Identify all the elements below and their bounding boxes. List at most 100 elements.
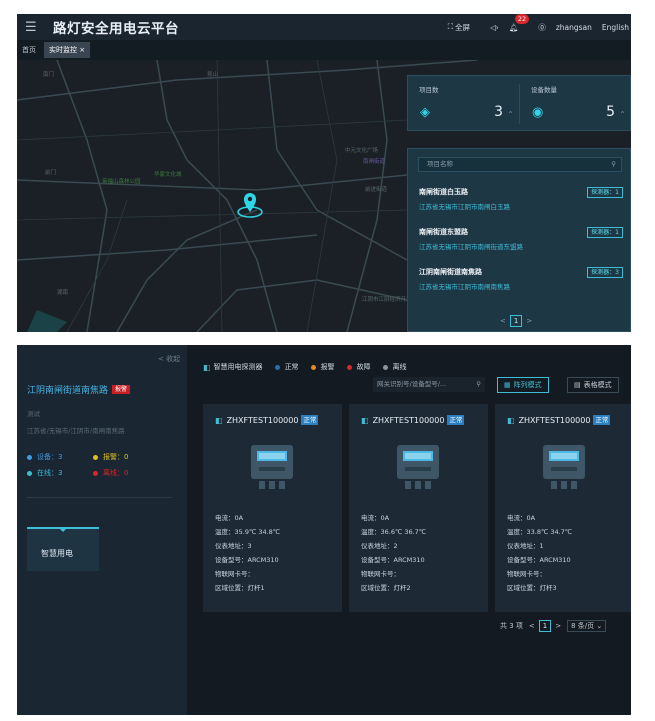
grid-icon: ▦ [504,381,511,389]
legend-normal: 正常 [274,362,299,372]
project-address: 江苏省无锡市江阴市南闸街道东盟路 [419,243,523,251]
page-size-value: 8 条/页 [571,622,595,630]
map-label: 华家文化城 [154,172,182,178]
device-search-input[interactable]: 网关识别号/设备型号/... ⚲ [373,377,485,392]
project-search-input[interactable]: 项目名称 ⚲ [418,157,622,172]
indicator-arrow-icon [59,528,67,532]
detector-count-badge: 探测器：1 [587,187,623,198]
iot-card: 物联网卡号： [215,570,254,578]
map-label: 昆山 [207,72,219,78]
tab-home[interactable]: 首页 [17,42,41,58]
device-card[interactable]: ◧ ZHXFTEST100000 正常 电流：0A 温度：33.8℃ 34.7℃ 仪… [495,404,631,612]
device-count-value: 5 [606,104,615,120]
iot-card: 物联网卡号： [507,570,546,578]
app-title: 路灯安全用电云平台 [53,21,179,37]
current-value: 电流：0A [215,514,244,522]
detector-count-badge: 探测器：3 [587,267,623,278]
device-count: 设备：3 [27,452,62,462]
table-mode-label: 表格模式 [583,381,612,389]
fullscreen-button[interactable]: ⛶ 全屏 [448,22,480,33]
project-count-stat: 项目数 ◈ 3 ^ [408,76,519,132]
stats-panel: 项目数 ◈ 3 ^ 设备数量 ◉ 5 ^ [407,75,631,131]
project-item[interactable]: 南闸街道白玉路 江苏省无锡市江阴市南闸白玉路 探测器：1 [419,187,623,211]
device-location: 区域位置：灯杆2 [361,584,411,592]
array-mode-button[interactable]: ▦ 阵列模式 [497,377,549,393]
bell-icon: 🔔︎ [508,22,519,32]
help-icon[interactable]: ⓪ [538,22,546,33]
device-location: 区域位置：灯杆1 [215,584,265,592]
legend-alarm: 报警 [310,362,335,372]
project-address: 江苏省/无锡市/江阴市/南闸南焦路 [27,427,125,435]
prev-page-button[interactable]: < [529,622,535,630]
legend-offline: 离线 [382,362,407,372]
meter-address: 仪表地址：2 [361,542,398,550]
close-icon[interactable]: × [79,46,85,54]
current-page[interactable]: 1 [509,315,523,327]
current-value: 电流：0A [507,514,536,522]
online-count: 在线：3 [27,468,62,478]
meter-icon [543,445,585,489]
temperature-value: 温度：35.9℃ 34.8℃ [215,528,281,536]
page-size-select[interactable]: 8 条/页 ⌄ [567,620,607,632]
offline-count: 离线：0 [93,468,128,478]
username[interactable]: zhangsan [556,23,592,32]
project-item[interactable]: 南闸街道东盟路 江苏省无锡市江阴市南闸街道东盟路 探测器：1 [419,227,623,251]
menu-icon[interactable]: ☰ [25,20,39,35]
device-search-placeholder: 网关识别号/设备型号/... [377,380,447,388]
project-address: 江苏省无锡市江阴市南闸白玉路 [419,203,510,211]
project-pagination: < 1 > [500,315,532,327]
chevron-down-icon: ⌄ [596,622,603,630]
project-item[interactable]: 江阴南闸街道南焦路 江苏省无锡市江阴市南闸南焦路 探测器：3 [419,267,623,291]
map-label: 帝福山森林公园 [102,179,141,185]
status-badge: 正常 [593,415,611,425]
tab-home-label: 首页 [22,46,36,54]
device-model: 设备型号：ARCM310 [361,556,425,564]
top-bar: ☰ 路灯安全用电云平台 ⛶ 全屏 ◁› 🔔︎ 22 ⓪ zhangsan Engli… [17,13,631,40]
notification-count: 22 [514,13,530,24]
location-pin-icon[interactable] [236,190,264,220]
collapse-button[interactable]: < 收起 [158,354,180,364]
table-mode-button[interactable]: ▤ 表格模式 [567,377,619,393]
legend-title: 智慧用电探测器 [213,363,263,371]
map-label: 南门 [43,72,55,78]
map-label: 湖南 [57,290,69,296]
device-count-label: 设备数量 [531,86,557,94]
tab-bar: 首页 实时监控 × [17,40,631,60]
device-id: ZHXFTEST100000 [372,415,445,425]
project-search-placeholder: 项目名称 [427,160,453,168]
divider [27,497,172,498]
prev-page-button[interactable]: < [500,317,506,325]
project-count-label: 项目数 [419,86,439,94]
device-id: ZHXFTEST100000 [226,415,299,425]
map-label: 前门 [45,170,57,176]
speaker-icon[interactable]: ◁› [490,23,499,32]
tab-realtime-monitor[interactable]: 实时监控 × [44,42,91,58]
trend-icon: ^ [619,111,625,118]
tab-realtime-label: 实时监控 [49,46,77,54]
search-icon[interactable]: ⚲ [476,377,481,392]
table-icon: ▤ [574,381,581,389]
status-legend: ◧ 智慧用电探测器 正常 报警 故障 离线 [203,362,407,372]
device-pagination: 共 3 项 < 1 > 8 条/页 ⌄ [500,620,607,632]
next-page-button[interactable]: > [526,317,532,325]
module-label: 智慧用电 [41,549,73,558]
meter-address: 仪表地址：1 [507,542,544,550]
detector-icon: ◧ [203,362,211,372]
project-list-panel: 项目名称 ⚲ 南闸街道白玉路 江苏省无锡市江阴市南闸白玉路 探测器：1 南闸街道东… [407,148,631,332]
status-badge: 正常 [447,415,465,425]
map-label: 南闸街道 [363,159,386,165]
device-card[interactable]: ◧ ZHXFTEST100000 正常 电流：0A 温度：36.6℃ 36.7℃ 仪… [349,404,488,612]
current-page[interactable]: 1 [538,620,552,632]
array-mode-label: 阵列模式 [513,381,542,389]
smart-power-module[interactable]: 智慧用电 [27,527,99,571]
device-card[interactable]: ◧ ZHXFTEST100000 正常 电流：0A 温度：35.9℃ 34.8℃ 仪… [203,404,342,612]
language-switch[interactable]: English [602,23,629,32]
target-icon: ◉ [532,105,544,120]
alarm-tag: 报警 [112,385,131,394]
detector-icon: ◧ [507,415,515,425]
search-icon[interactable]: ⚲ [611,158,616,171]
temperature-value: 温度：36.6℃ 36.7℃ [361,528,427,536]
notification-button[interactable]: 🔔︎ 22 [508,13,530,32]
next-page-button[interactable]: > [555,622,561,630]
project-type: 测试 [27,410,40,418]
